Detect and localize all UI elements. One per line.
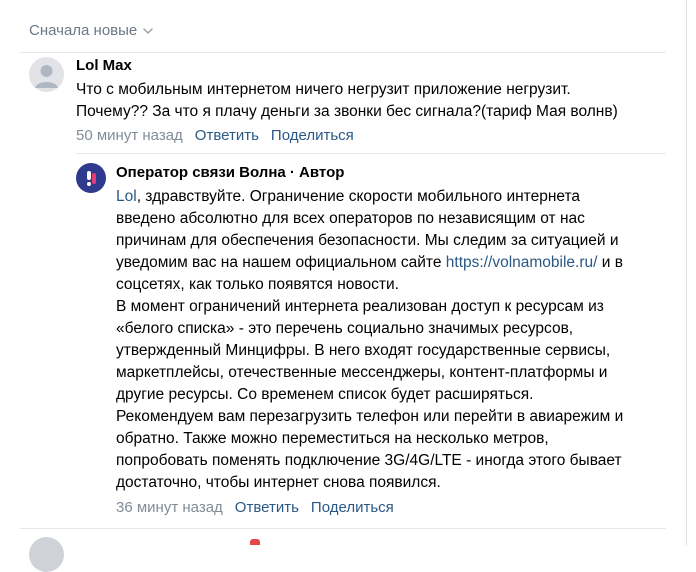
avatar[interactable] [29, 57, 64, 92]
next-comment-image [250, 539, 260, 545]
reply-text-part2: и в соцсетях, как только появятся новост… [116, 254, 624, 491]
comment-author[interactable]: Lol Max [76, 57, 132, 74]
comment-meta: 50 минут назад Ответить Поделиться [76, 127, 354, 144]
mention-link[interactable]: Lol [116, 188, 137, 205]
reply-share-button[interactable]: Поделиться [311, 499, 394, 516]
divider [20, 528, 666, 529]
website-link[interactable]: https://volnamobile.ru/ [446, 254, 598, 271]
reply-text: Lol, здравствуйте. Ограничение скорости … [116, 186, 676, 494]
sort-label: Сначала новые [29, 22, 138, 39]
operator-logo-icon [87, 171, 96, 186]
chevron-down-icon [143, 27, 154, 34]
reply-meta: 36 минут назад Ответить Поделиться [116, 499, 394, 516]
next-comment-avatar[interactable] [29, 537, 64, 572]
share-button[interactable]: Поделиться [271, 127, 354, 144]
reply-button[interactable]: Ответить [195, 127, 259, 144]
comments-panel: Сначала новые Lol Max Что с мобильным ин… [0, 0, 687, 572]
reply-reply-button[interactable]: Ответить [235, 499, 299, 516]
reply-time[interactable]: 36 минут назад [116, 499, 223, 516]
reply-author[interactable]: Оператор связи Волна · Автор [116, 164, 344, 181]
user-placeholder-icon [35, 65, 58, 88]
comment-text: Что с мобильным интернетом ничего негруз… [76, 81, 618, 120]
sort-dropdown[interactable]: Сначала новые [29, 22, 154, 39]
divider [20, 52, 666, 53]
comment-time[interactable]: 50 минут назад [76, 127, 183, 144]
operator-avatar[interactable] [76, 163, 106, 193]
divider [76, 153, 666, 154]
